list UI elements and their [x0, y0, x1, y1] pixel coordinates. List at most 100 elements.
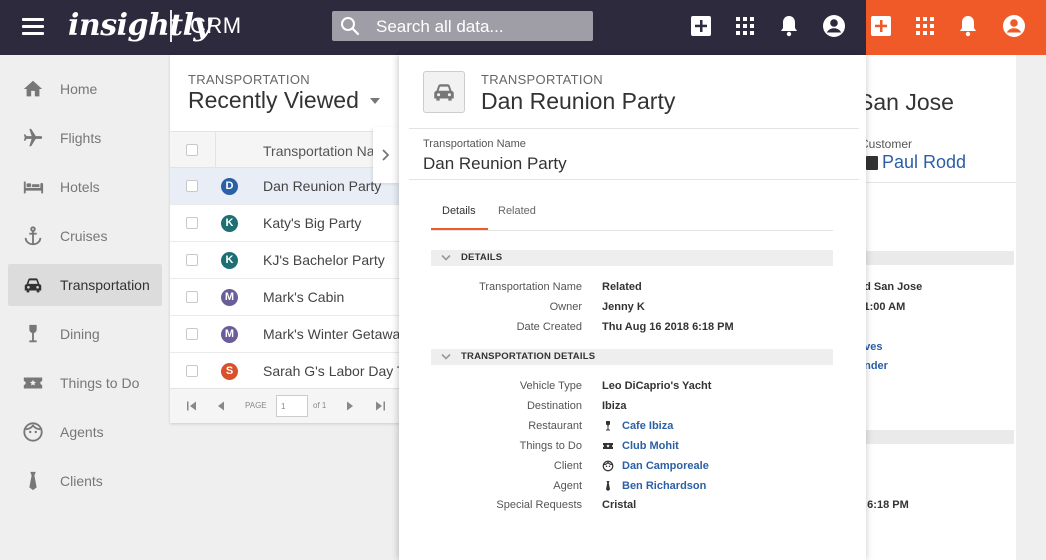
sidebar-item-label: Dining	[60, 326, 100, 342]
sidebar-item-label: Transportation	[60, 277, 150, 293]
sidebar-item-agents[interactable]: Agents	[8, 411, 162, 453]
agent-link[interactable]: Ben Richardson	[622, 480, 706, 492]
row-name[interactable]: KJ's Bachelor Party	[263, 252, 402, 268]
sidebar-item-transportation[interactable]: Transportation	[8, 264, 162, 306]
client-link[interactable]: Dan Camporeale	[622, 460, 709, 472]
sidebar-item-home[interactable]: Home	[8, 68, 162, 110]
contact-card-icon	[866, 156, 878, 170]
field-label: Transportation Name	[479, 281, 582, 293]
row-checkbox[interactable]	[186, 180, 198, 192]
search-input[interactable]: Search all data...	[332, 11, 593, 41]
name-field-value: Dan Reunion Party	[423, 154, 567, 173]
table-row[interactable]: M Mark's Winter Getaway	[170, 316, 402, 353]
view-selector[interactable]: Recently Viewed	[188, 87, 359, 114]
user-account-icon[interactable]	[1002, 14, 1026, 38]
record-detail-panel: TRANSPORTATION Dan Reunion Party Transpo…	[399, 55, 866, 560]
next-page-icon[interactable]	[344, 400, 356, 412]
select-all-checkbox[interactable]	[186, 144, 198, 156]
first-page-icon[interactable]	[186, 400, 198, 412]
restaurant-link[interactable]: Cafe Ibiza	[622, 420, 673, 432]
record-letter-badge: K	[221, 215, 238, 232]
tie-icon	[606, 481, 610, 491]
background-customer-link[interactable]: Paul Rodd	[882, 152, 966, 173]
top-bar-secondary	[866, 0, 1046, 55]
divider	[409, 128, 859, 129]
table-row[interactable]: K KJ's Bachelor Party	[170, 242, 402, 279]
row-checkbox[interactable]	[186, 328, 198, 340]
search-icon	[341, 17, 360, 36]
recently-viewed-list: TRANSPORTATION Recently Viewed Transport…	[170, 55, 402, 423]
row-name[interactable]: Katy's Big Party	[263, 215, 402, 231]
sidebar-item-cruises[interactable]: Cruises	[8, 215, 162, 257]
top-bar: insightly CRM Search all data...	[0, 0, 866, 55]
add-icon[interactable]	[869, 14, 893, 38]
row-checkbox[interactable]	[186, 217, 198, 229]
table-row[interactable]: M Mark's Cabin	[170, 279, 402, 316]
notifications-bell-icon[interactable]	[956, 14, 980, 38]
field-value: Ibiza	[602, 400, 627, 412]
sidebar-item-label: Hotels	[60, 179, 100, 195]
car-icon	[434, 84, 454, 101]
airplane-icon	[23, 128, 43, 147]
table-row[interactable]: S Sarah G's Labor Day Trip	[170, 353, 402, 390]
tab-details[interactable]: Details	[442, 205, 476, 217]
background-value: ad San Jose	[858, 281, 923, 293]
chevron-down-icon	[441, 254, 451, 261]
row-name[interactable]: Mark's Winter Getaway	[263, 326, 402, 342]
sidebar-item-dining[interactable]: Dining	[8, 313, 162, 355]
tab-related[interactable]: Related	[498, 205, 536, 217]
user-account-icon[interactable]	[822, 14, 846, 38]
field-value: Related	[602, 281, 642, 293]
chevron-down-icon[interactable]	[370, 98, 380, 104]
sidebar-item-label: Flights	[60, 130, 102, 146]
record-kicker: TRANSPORTATION	[481, 72, 603, 87]
row-checkbox[interactable]	[186, 291, 198, 303]
last-page-icon[interactable]	[374, 400, 386, 412]
sidebar-item-hotels[interactable]: Hotels	[8, 166, 162, 208]
ticket-icon	[23, 377, 43, 389]
section-header-details[interactable]: DETAILS	[431, 250, 833, 266]
bed-icon	[23, 181, 44, 194]
field-label: Things to Do	[519, 440, 582, 452]
section-header-transportation-details[interactable]: TRANSPORTATION DETAILS	[431, 349, 833, 365]
row-checkbox[interactable]	[186, 365, 198, 377]
background-section-bar	[856, 251, 1014, 265]
sidebar-item-flights[interactable]: Flights	[8, 117, 162, 159]
row-name[interactable]: Sarah G's Labor Day Trip	[263, 363, 402, 379]
page-number-input[interactable]: 1	[276, 395, 308, 417]
record-letter-badge: M	[221, 326, 238, 343]
car-icon	[24, 278, 42, 293]
table-row[interactable]: D Dan Reunion Party	[170, 168, 402, 205]
wine-glass-icon	[605, 421, 611, 431]
background-record-title: San Jose	[858, 89, 954, 115]
record-type-badge	[423, 71, 465, 113]
section-title: DETAILS	[461, 252, 503, 263]
field-label: Special Requests	[496, 499, 582, 511]
field-label: Destination	[526, 400, 582, 412]
sidebar-item-clients[interactable]: Clients	[8, 460, 162, 502]
things-to-do-link[interactable]: Club Mohit	[622, 440, 679, 452]
chevron-down-icon	[441, 353, 451, 360]
apps-grid-icon[interactable]	[733, 14, 757, 38]
field-label: Agent	[553, 480, 582, 492]
notifications-bell-icon[interactable]	[777, 14, 801, 38]
row-checkbox[interactable]	[186, 254, 198, 266]
row-name[interactable]: Mark's Cabin	[263, 289, 402, 305]
section-title: TRANSPORTATION DETAILS	[461, 351, 596, 362]
collapse-panel-button[interactable]	[373, 127, 399, 183]
record-letter-badge: D	[221, 178, 238, 195]
hamburger-menu-icon[interactable]	[22, 18, 44, 35]
logo-divider	[170, 10, 172, 42]
previous-page-icon[interactable]	[215, 400, 227, 412]
name-field-label: Transportation Name	[423, 138, 526, 150]
apps-grid-icon[interactable]	[913, 14, 937, 38]
sidebar-item-label: Things to Do	[60, 375, 140, 391]
record-letter-badge: S	[221, 363, 238, 380]
field-value: Leo DiCaprio's Yacht	[602, 380, 712, 392]
table-row[interactable]: K Katy's Big Party	[170, 205, 402, 242]
page-label: PAGE	[245, 401, 267, 410]
sidebar-item-things-to-do[interactable]: Things to Do	[8, 362, 162, 404]
home-icon	[23, 80, 43, 97]
table-header: Transportation Name	[170, 131, 402, 169]
add-icon[interactable]	[689, 14, 713, 38]
